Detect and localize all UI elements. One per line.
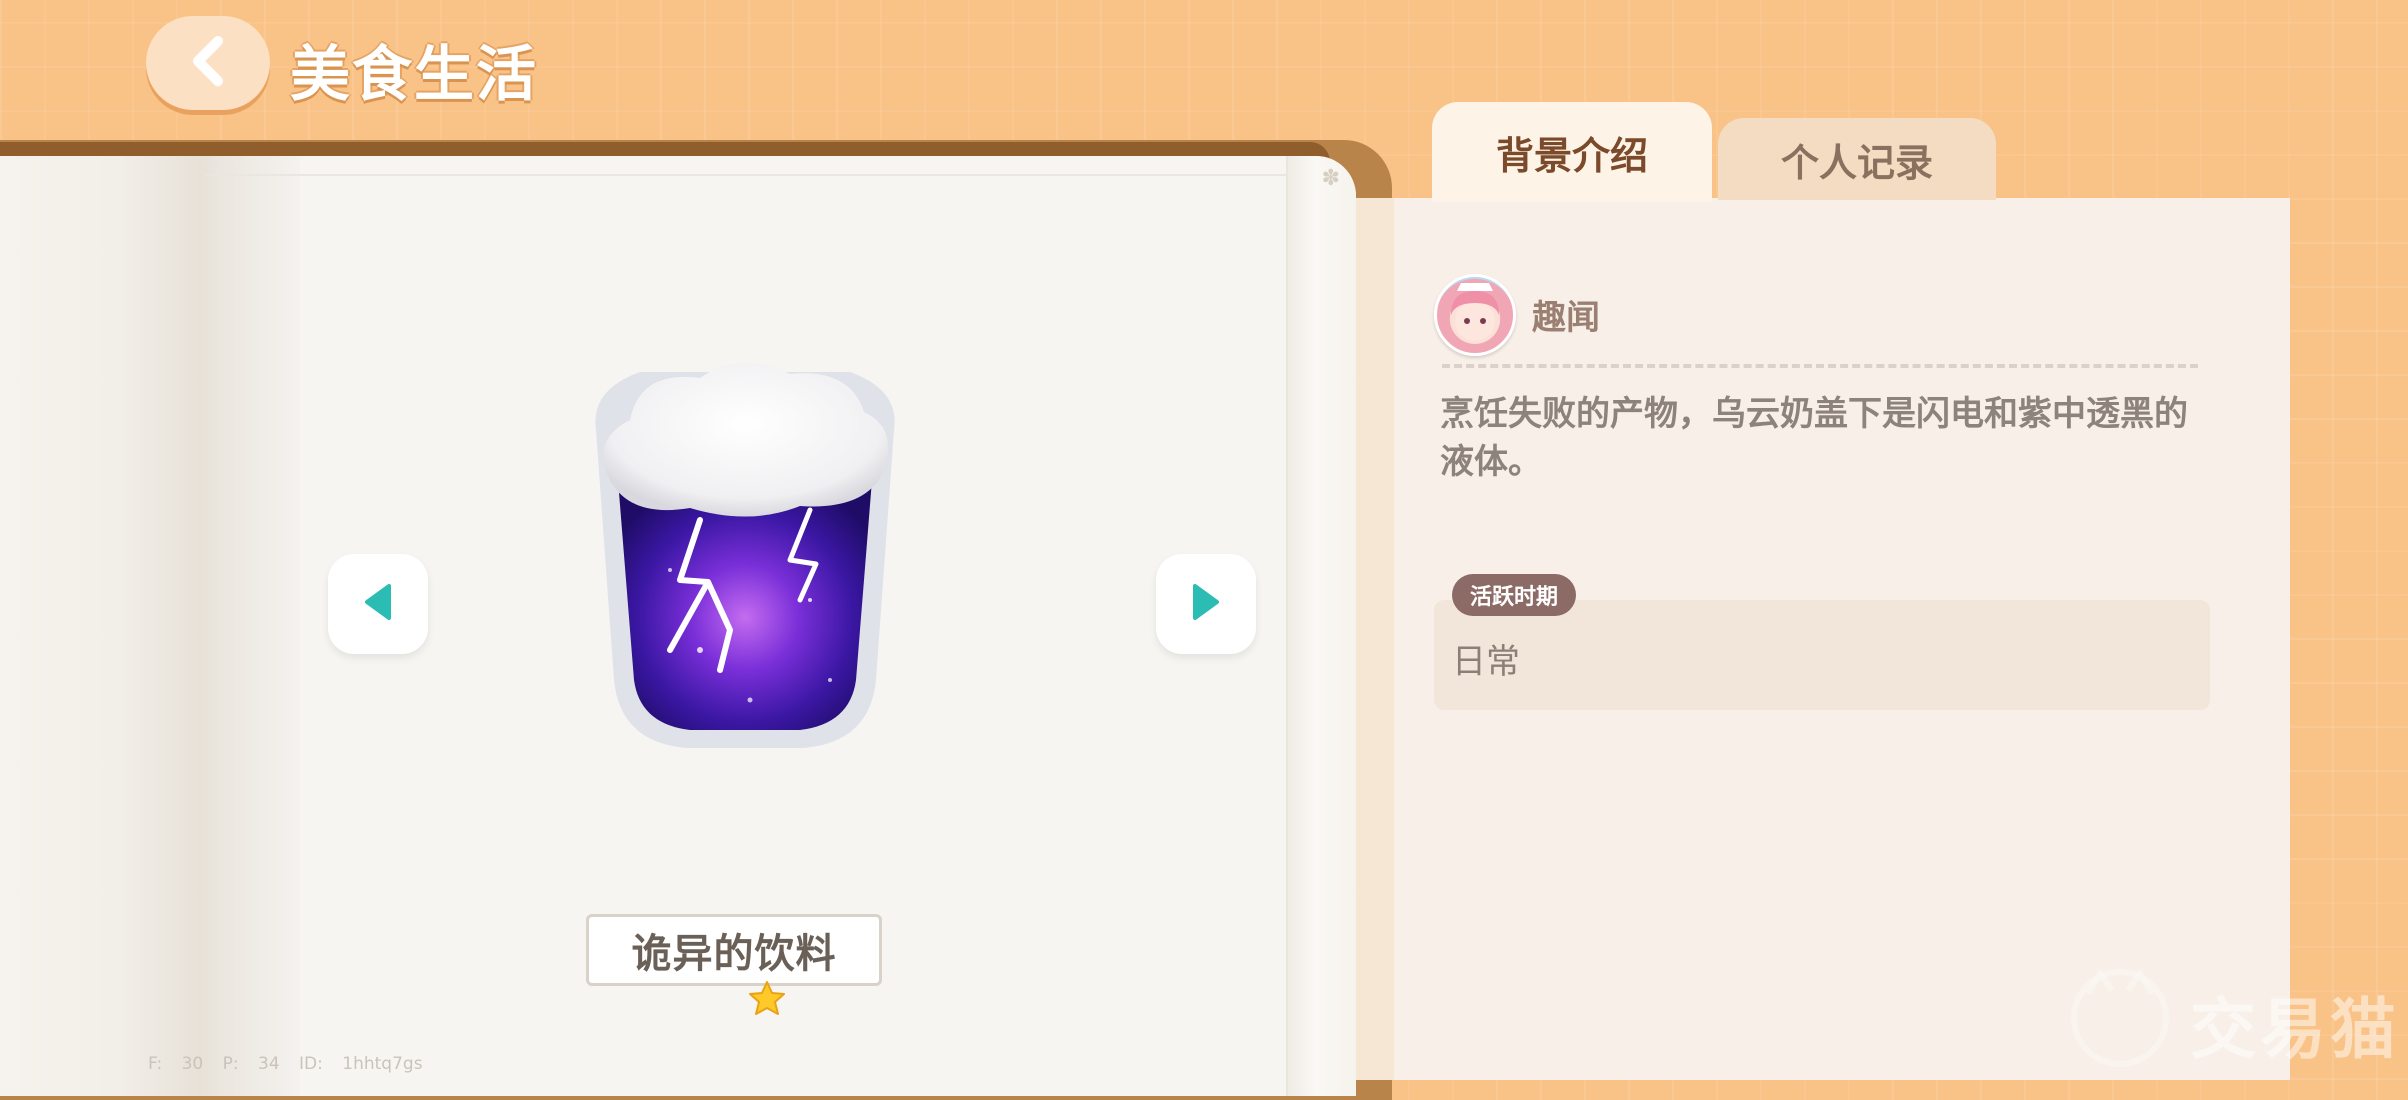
tab-personal-records[interactable]: 个人记录: [1718, 118, 1996, 200]
avatar: [1434, 274, 1516, 356]
back-button[interactable]: [146, 16, 270, 110]
divider: [1442, 364, 2198, 368]
page-title: 美食生活: [290, 40, 538, 110]
tab-background[interactable]: 背景介绍: [1432, 102, 1712, 202]
prev-item-button[interactable]: [328, 554, 428, 654]
section-title: 趣闻: [1532, 298, 1600, 338]
chevron-left-icon: [186, 35, 230, 91]
item-description: 烹饪失败的产物，乌云奶盖下是闪电和紫中透黑的液体。: [1440, 394, 2188, 482]
item-name-label: 诡异的饮料: [586, 914, 882, 986]
triangle-right-icon: [1189, 582, 1223, 626]
triangle-left-icon: [361, 582, 395, 626]
storm-cloud-drink-icon: [580, 350, 910, 760]
active-period-value: 日常: [1452, 642, 1520, 682]
active-period-badge: 活跃时期: [1452, 574, 1577, 616]
debug-info: F: 30 P: 34 ID: 1hhtq7gs: [148, 1054, 423, 1074]
page-edge: [1286, 156, 1356, 1096]
corner-ornament-icon: ✽: [1321, 166, 1340, 191]
active-period-card: [1434, 600, 2210, 710]
star-icon: [748, 980, 786, 1018]
watermark-text: 交易猫: [2190, 991, 2400, 1068]
next-item-button[interactable]: [1156, 554, 1256, 654]
